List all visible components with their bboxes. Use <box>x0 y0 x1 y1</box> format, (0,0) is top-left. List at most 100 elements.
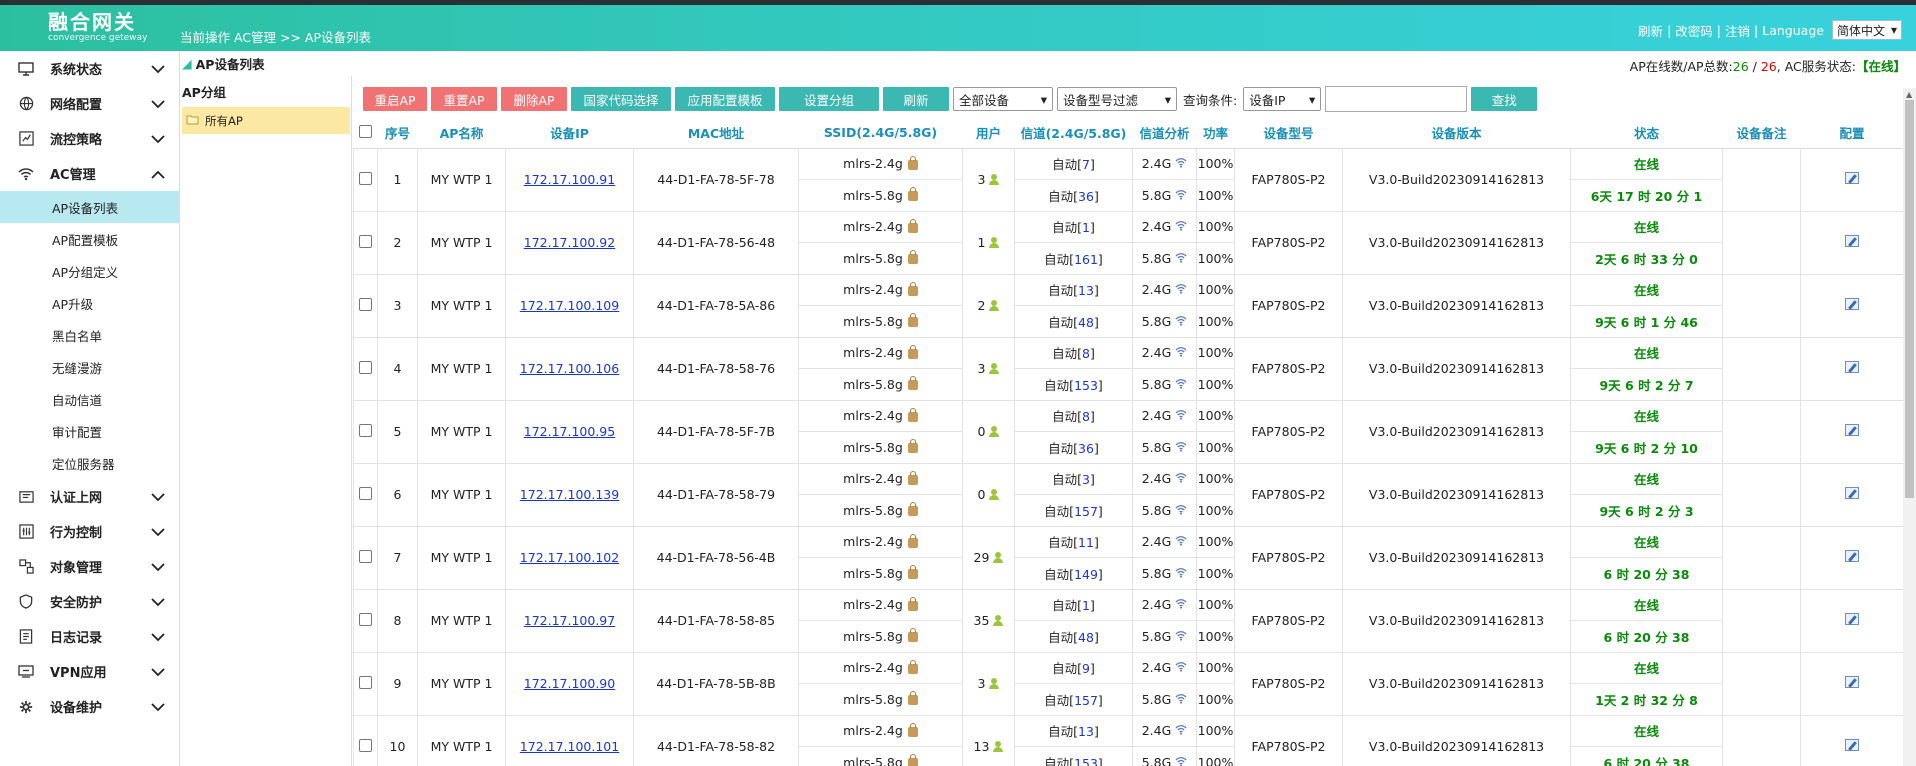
search-input[interactable] <box>1325 86 1468 112</box>
delete-ap-button[interactable]: 删除AP <box>501 87 567 111</box>
model-filter-select[interactable]: 设备型号过滤 ▾ <box>1057 87 1177 111</box>
sidebar-item-traffic-policy[interactable]: 流控策略 <box>0 121 179 156</box>
channel-analysis-58-cell[interactable]: 5.8G <box>1132 746 1197 766</box>
table-row[interactable]: 2 MY WTP 1 172.17.100.92 44-D1-FA-78-56-48 m… <box>353 210 1903 275</box>
country-code-button[interactable]: 国家代码选择 <box>571 87 671 111</box>
edit-icon[interactable] <box>1845 235 1859 247</box>
edit-icon[interactable] <box>1845 676 1859 688</box>
sidebar-subitem-blackwhite-list[interactable]: 黑白名单 <box>0 319 179 351</box>
table-row[interactable]: 1 MY WTP 1 172.17.100.91 44-D1-FA-78-5F-78 m… <box>353 147 1903 212</box>
edit-icon[interactable] <box>1845 424 1859 436</box>
reboot-ap-button[interactable]: 重启AP <box>363 87 427 111</box>
apply-template-button[interactable]: 应用配置模板 <box>675 87 775 111</box>
row-checkbox[interactable] <box>359 675 372 689</box>
sidebar-subitem-ap-upgrade[interactable]: AP升级 <box>0 287 179 319</box>
table-row[interactable]: 7 MY WTP 1 172.17.100.102 44-D1-FA-78-56-4B… <box>353 525 1903 590</box>
sidebar-item-auth[interactable]: 认证上网 <box>0 479 179 514</box>
channel-analysis-24-cell[interactable]: 2.4G <box>1132 273 1197 306</box>
language-select[interactable]: 简体中文 ▾ <box>1831 20 1902 40</box>
table-row[interactable]: 9 MY WTP 1 172.17.100.90 44-D1-FA-78-5B-8B m… <box>353 651 1903 716</box>
device-remark[interactable] <box>1722 147 1801 212</box>
row-checkbox[interactable] <box>359 360 372 374</box>
device-filter-select[interactable]: 全部设备 ▾ <box>953 87 1053 111</box>
device-ip-link[interactable]: 172.17.100.92 <box>505 210 634 275</box>
edit-icon[interactable] <box>1845 298 1859 310</box>
device-remark[interactable] <box>1722 714 1801 766</box>
channel-analysis-24-cell[interactable]: 2.4G <box>1132 588 1197 621</box>
refresh-link[interactable]: 刷新 <box>1638 21 1663 40</box>
scroll-up-arrow-icon[interactable]: ▲ <box>1906 90 1912 99</box>
channel-analysis-58-cell[interactable]: 5.8G <box>1132 494 1197 527</box>
row-checkbox[interactable] <box>359 234 372 248</box>
row-checkbox[interactable] <box>359 297 372 311</box>
logout-link[interactable]: 注销 <box>1725 21 1750 40</box>
device-remark[interactable] <box>1722 210 1801 275</box>
select-all-checkbox[interactable] <box>359 124 372 138</box>
device-ip-link[interactable]: 172.17.100.91 <box>505 147 634 212</box>
channel-analysis-58-cell[interactable]: 5.8G <box>1132 557 1197 590</box>
row-checkbox[interactable] <box>359 171 372 185</box>
channel-analysis-58-cell[interactable]: 5.8G <box>1132 431 1197 464</box>
edit-icon[interactable] <box>1845 172 1859 184</box>
table-row[interactable]: 4 MY WTP 1 172.17.100.106 44-D1-FA-78-58-76… <box>353 336 1903 401</box>
device-remark[interactable] <box>1722 525 1801 590</box>
channel-analysis-24-cell[interactable]: 2.4G <box>1132 525 1197 558</box>
sidebar-item-vpn[interactable]: VPN应用 <box>0 654 179 689</box>
edit-icon[interactable] <box>1845 739 1859 751</box>
sidebar-item-ac-management[interactable]: AC管理 <box>0 156 179 191</box>
channel-analysis-58-cell[interactable]: 5.8G <box>1132 620 1197 653</box>
edit-icon[interactable] <box>1845 487 1859 499</box>
sidebar-item-maintenance[interactable]: 设备维护 <box>0 689 179 724</box>
device-ip-link[interactable]: 172.17.100.90 <box>505 651 634 716</box>
device-remark[interactable] <box>1722 399 1801 464</box>
sidebar-subitem-ap-group[interactable]: AP分组定义 <box>0 255 179 287</box>
row-checkbox[interactable] <box>359 549 372 563</box>
reset-ap-button[interactable]: 重置AP <box>431 87 497 111</box>
device-remark[interactable] <box>1722 588 1801 653</box>
channel-analysis-24-cell[interactable]: 2.4G <box>1132 147 1197 180</box>
channel-analysis-58-cell[interactable]: 5.8G <box>1132 368 1197 401</box>
device-remark[interactable] <box>1722 651 1801 716</box>
channel-analysis-24-cell[interactable]: 2.4G <box>1132 399 1197 432</box>
query-field-select[interactable]: 设备IP ▾ <box>1243 87 1322 111</box>
refresh-button[interactable]: 刷新 <box>883 87 949 111</box>
device-ip-link[interactable]: 172.17.100.97 <box>505 588 634 653</box>
row-checkbox[interactable] <box>359 486 372 500</box>
channel-analysis-24-cell[interactable]: 2.4G <box>1132 336 1197 369</box>
channel-analysis-58-cell[interactable]: 5.8G <box>1132 683 1197 716</box>
edit-icon[interactable] <box>1845 361 1859 373</box>
sidebar-subitem-location-server[interactable]: 定位服务器 <box>0 447 179 479</box>
sidebar-subitem-ap-list[interactable]: AP设备列表 <box>0 191 179 223</box>
device-ip-link[interactable]: 172.17.100.101 <box>505 714 634 766</box>
device-ip-link[interactable]: 172.17.100.106 <box>505 336 634 401</box>
vertical-scrollbar[interactable]: ▲ <box>1903 88 1916 766</box>
edit-icon[interactable] <box>1845 613 1859 625</box>
sidebar-subitem-ap-template[interactable]: AP配置模板 <box>0 223 179 255</box>
channel-analysis-24-cell[interactable]: 2.4G <box>1132 210 1197 243</box>
device-remark[interactable] <box>1722 336 1801 401</box>
scroll-thumb[interactable] <box>1905 100 1914 498</box>
table-row[interactable]: 6 MY WTP 1 172.17.100.139 44-D1-FA-78-58-79… <box>353 462 1903 527</box>
sidebar-item-behavior-control[interactable]: 行为控制 <box>0 514 179 549</box>
channel-analysis-24-cell[interactable]: 2.4G <box>1132 462 1197 495</box>
sidebar-item-object-management[interactable]: 对象管理 <box>0 549 179 584</box>
device-ip-link[interactable]: 172.17.100.109 <box>505 273 634 338</box>
channel-analysis-24-cell[interactable]: 2.4G <box>1132 714 1197 747</box>
device-remark[interactable] <box>1722 462 1801 527</box>
row-checkbox[interactable] <box>359 612 372 626</box>
device-ip-link[interactable]: 172.17.100.102 <box>505 525 634 590</box>
device-remark[interactable] <box>1722 273 1801 338</box>
table-row[interactable]: 5 MY WTP 1 172.17.100.95 44-D1-FA-78-5F-7B m… <box>353 399 1903 464</box>
device-ip-link[interactable]: 172.17.100.139 <box>505 462 634 527</box>
tree-node-all-ap[interactable]: 所有AP <box>182 107 350 134</box>
table-row[interactable]: 8 MY WTP 1 172.17.100.97 44-D1-FA-78-58-85 m… <box>353 588 1903 653</box>
table-row[interactable]: 3 MY WTP 1 172.17.100.109 44-D1-FA-78-5A-86… <box>353 273 1903 338</box>
channel-analysis-58-cell[interactable]: 5.8G <box>1132 305 1197 338</box>
table-row[interactable]: 10 MY WTP 1 172.17.100.101 44-D1-FA-78-58-8… <box>353 714 1903 766</box>
search-button[interactable]: 查找 <box>1471 87 1538 111</box>
edit-icon[interactable] <box>1845 550 1859 562</box>
sidebar-item-network-config[interactable]: 网络配置 <box>0 86 179 121</box>
set-group-button[interactable]: 设置分组 <box>779 87 879 111</box>
sidebar-item-logs[interactable]: 日志记录 <box>0 619 179 654</box>
row-checkbox[interactable] <box>359 738 372 752</box>
